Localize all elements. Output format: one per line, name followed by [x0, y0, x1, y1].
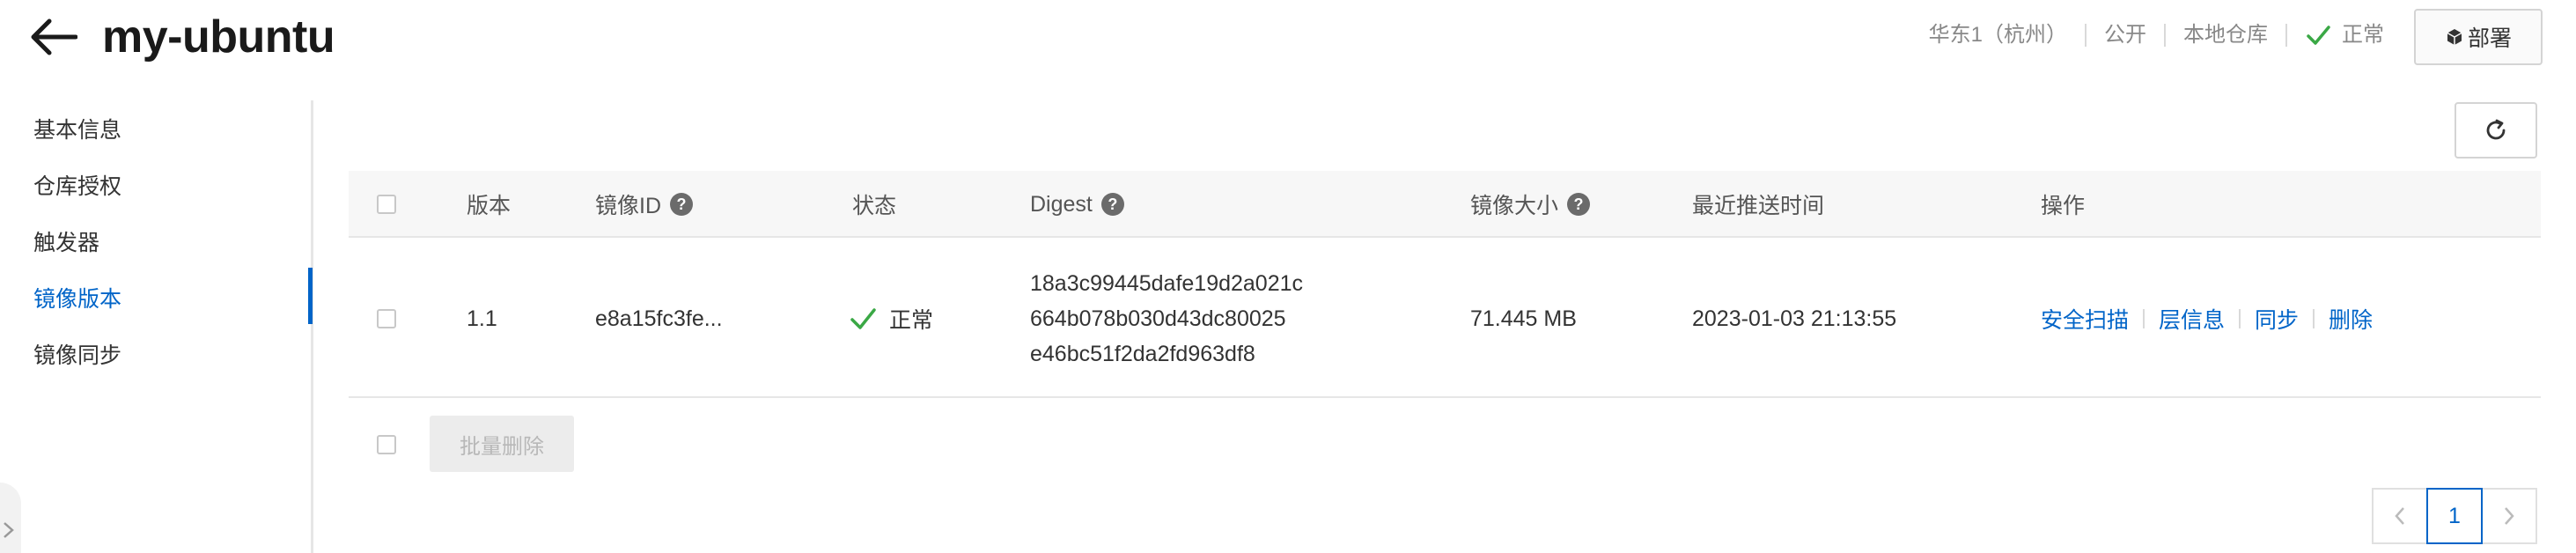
sidebar-item-image-sync[interactable]: 镜像同步 [33, 338, 121, 373]
status-text: 正常 [889, 308, 934, 333]
back-arrow-icon[interactable] [30, 18, 78, 56]
column-header-status: 状态 [852, 194, 897, 218]
repo-meta: 华东1（杭州） 公开 本地仓库 正常 [1929, 19, 2384, 51]
batch-delete-button[interactable]: 批量删除 [430, 416, 574, 472]
sidebar-item-basic-info[interactable]: 基本信息 [33, 113, 121, 148]
divider [2313, 309, 2315, 328]
page-header: my-ubuntu 华东1（杭州） 公开 本地仓库 正常 部署 [0, 0, 2576, 92]
deploy-label: 部署 [2467, 26, 2512, 51]
divider [2164, 24, 2166, 47]
column-header-image-id: 镜像ID ? [595, 171, 694, 238]
repo-type-text: 本地仓库 [2183, 23, 2268, 47]
sidebar-item-repo-auth[interactable]: 仓库授权 [33, 169, 121, 204]
page-number-button[interactable]: 1 [2426, 488, 2483, 544]
divider [2285, 24, 2287, 47]
digest-line: 664b078b030d43dc80025 [1030, 306, 1286, 331]
column-header-image-id-label: 镜像ID [595, 194, 662, 218]
column-header-digest-label: Digest [1030, 191, 1093, 217]
active-indicator [308, 268, 313, 324]
batch-select-checkbox[interactable] [377, 435, 396, 454]
sidebar-collapse-toggle[interactable] [0, 483, 21, 553]
chevron-left-icon [2395, 507, 2404, 525]
refresh-button[interactable] [2455, 102, 2537, 159]
cube-icon [2447, 29, 2462, 45]
divider [2085, 24, 2087, 47]
divider [2239, 309, 2241, 328]
chevron-right-icon [4, 522, 14, 538]
header-select-cell [377, 171, 396, 238]
page-title: my-ubuntu [102, 11, 335, 63]
pagination: 1 [2372, 488, 2537, 544]
column-header-pushed-time: 最近推送时间 [1692, 194, 1825, 218]
check-icon [850, 308, 876, 329]
deploy-button[interactable]: 部署 [2414, 9, 2543, 65]
sidebar-item-image-versions[interactable]: 镜像版本 [33, 282, 121, 317]
security-scan-link[interactable]: 安全扫描 [2041, 303, 2129, 335]
select-all-checkbox[interactable] [377, 195, 396, 214]
column-header-size: 镜像大小 ? [1470, 171, 1591, 238]
help-icon[interactable]: ? [1100, 193, 1124, 216]
region-text: 华东1（杭州） [1928, 23, 2067, 47]
row-select-cell [377, 240, 396, 398]
help-icon[interactable]: ? [1567, 193, 1591, 216]
sync-link[interactable]: 同步 [2255, 303, 2299, 335]
sidebar-item-triggers[interactable]: 触发器 [33, 225, 99, 261]
help-icon[interactable]: ? [670, 193, 694, 216]
chevron-right-icon [2505, 507, 2514, 525]
size-cell: 71.445 MB [1470, 306, 1577, 331]
repo-status-text: 正常 [2342, 23, 2384, 47]
digest-cell: 18a3c99445dafe19d2a021c 664b078b030d43dc… [1030, 240, 1303, 398]
refresh-icon [2486, 119, 2506, 140]
check-icon [2307, 26, 2330, 45]
digest-line: e46bc51f2da2fd963df8 [1030, 342, 1255, 366]
digest-value: 18a3c99445dafe19d2a021c 664b078b030d43dc… [1030, 266, 1303, 372]
version-cell: 1.1 [467, 306, 497, 331]
pushed-time-cell: 2023-01-03 21:13:55 [1692, 306, 1897, 331]
divider [2143, 309, 2145, 328]
batch-actions-bar: 批量删除 [349, 416, 1053, 474]
column-header-digest: Digest ? [1030, 171, 1124, 238]
delete-link[interactable]: 删除 [2329, 303, 2373, 335]
table-row: 1.1 e8a15fc3fe... 正常 18a3c99445dafe19d2a… [349, 240, 2541, 398]
column-header-operations: 操作 [2041, 194, 2086, 218]
layer-info-link[interactable]: 层信息 [2159, 303, 2225, 335]
sidebar: 基本信息 仓库授权 触发器 镜像版本 镜像同步 [0, 100, 313, 553]
next-page-button[interactable] [2481, 488, 2537, 544]
status-cell: 正常 [849, 240, 933, 398]
column-header-size-label: 镜像大小 [1470, 194, 1559, 218]
table-header: 版本 镜像ID ? 状态 Digest ? 镜像大小 ? 最近推送时间 操作 [349, 171, 2541, 238]
image-id-cell: e8a15fc3fe... [595, 306, 723, 331]
row-checkbox[interactable] [377, 309, 396, 328]
row-actions: 安全扫描 层信息 同步 删除 [2041, 303, 2373, 335]
column-header-version: 版本 [467, 194, 512, 218]
actions-cell: 安全扫描 层信息 同步 删除 [2041, 240, 2373, 398]
visibility-text: 公开 [2104, 23, 2146, 47]
prev-page-button[interactable] [2372, 488, 2428, 544]
digest-line: 18a3c99445dafe19d2a021c [1030, 271, 1304, 296]
